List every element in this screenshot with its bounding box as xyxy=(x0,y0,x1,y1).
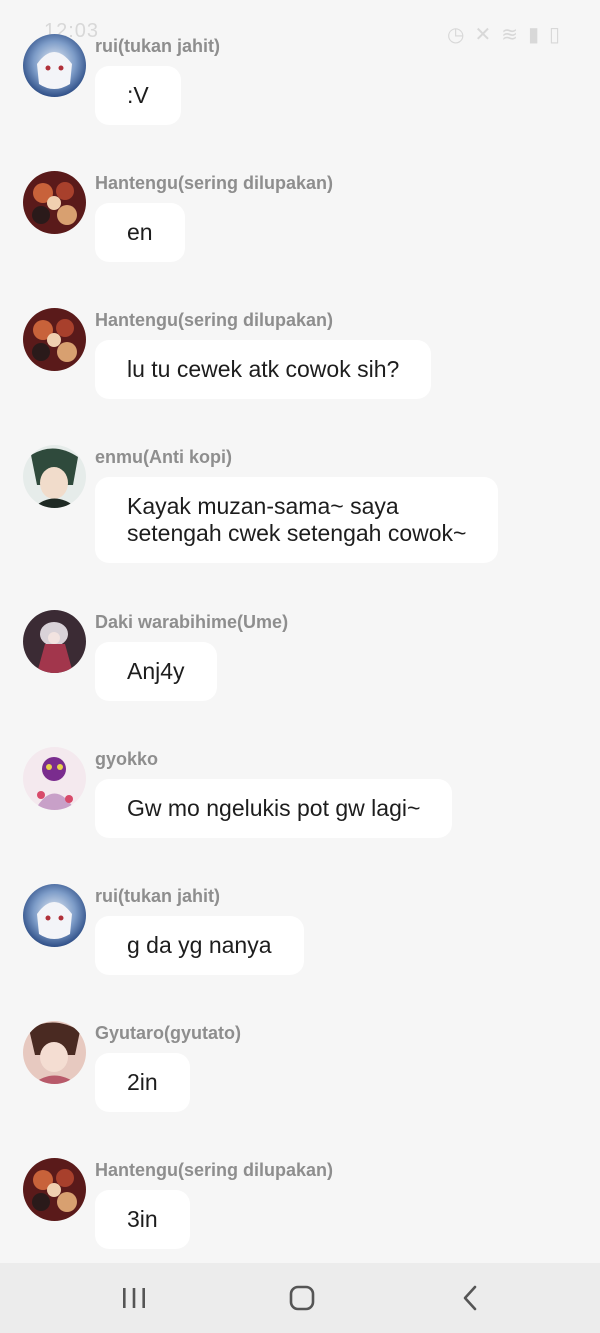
avatar-hantengu[interactable] xyxy=(23,308,86,371)
sender-name: Gyutaro(gyutato) xyxy=(95,1023,241,1043)
sender-name: rui(tukan jahit) xyxy=(95,886,220,906)
signal-icon: ▮ xyxy=(527,24,539,46)
avatar-gyokko[interactable] xyxy=(23,747,86,810)
mute-icon: ✕ xyxy=(474,24,492,46)
sender-name: enmu(Anti kopi) xyxy=(95,447,232,467)
home-icon[interactable] xyxy=(282,1281,322,1315)
message-bubble[interactable]: en xyxy=(95,203,185,262)
sender-name: rui(tukan jahit) xyxy=(95,36,220,56)
wifi-icon: ≋ xyxy=(501,24,518,46)
navigation-bar xyxy=(0,1263,600,1333)
avatar-rui[interactable] xyxy=(23,34,86,97)
chat-screen: 12:03 ◷ ✕ ≋ ▮ ▯ rui(tukan jahit) :V Hant… xyxy=(0,0,600,1333)
alarm-icon: ◷ xyxy=(446,24,465,46)
message-bubble[interactable]: :V xyxy=(95,66,181,125)
avatar-rui[interactable] xyxy=(23,884,86,947)
message-bubble[interactable]: g da yg nanya xyxy=(95,916,304,975)
message-bubble[interactable]: Gw mo ngelukis pot gw lagi~ xyxy=(95,779,453,838)
recent-apps-icon[interactable] xyxy=(114,1281,154,1315)
avatar-hantengu[interactable] xyxy=(23,171,86,234)
message-bubble[interactable]: lu tu cewek atk cowok sih? xyxy=(95,340,432,399)
sender-name: Hantengu(sering dilupakan) xyxy=(95,310,334,330)
sender-name: Daki warabihime(Ume) xyxy=(95,612,289,632)
avatar-enmu[interactable] xyxy=(23,445,86,508)
message-bubble[interactable]: Anj4y xyxy=(95,642,217,701)
sender-name: Hantengu(sering dilupakan) xyxy=(95,173,334,193)
message-bubble[interactable]: Kayak muzan-sama~ saya setengah cwek set… xyxy=(95,477,499,563)
message-bubble[interactable]: 3in xyxy=(95,1190,190,1249)
back-icon[interactable] xyxy=(450,1281,490,1315)
sender-name: gyokko xyxy=(95,749,159,769)
sender-name: Hantengu(sering dilupakan) xyxy=(95,1160,334,1180)
status-icons: ◷ ✕ ≋ ▮ ▯ xyxy=(447,22,560,47)
avatar-daki[interactable] xyxy=(23,610,86,673)
message-bubble[interactable]: 2in xyxy=(95,1053,190,1112)
avatar-hantengu[interactable] xyxy=(23,1158,86,1221)
status-bar: 12:03 ◷ ✕ ≋ ▮ ▯ xyxy=(0,0,600,64)
avatar-gyutaro[interactable] xyxy=(23,1021,86,1084)
battery-icon: ▯ xyxy=(548,24,560,46)
